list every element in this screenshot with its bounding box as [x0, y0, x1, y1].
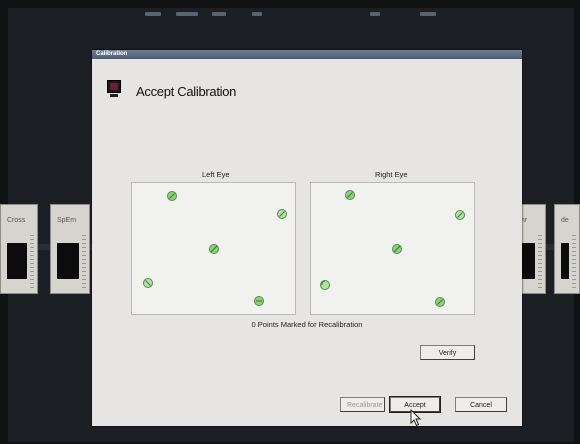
- taskbar-glyph: [212, 12, 226, 16]
- taskbar-glyph: [420, 12, 436, 16]
- calibration-point[interactable]: [455, 210, 465, 220]
- taskbar-glyph: [252, 12, 262, 16]
- dialog-heading: Accept Calibration: [136, 84, 237, 99]
- calibration-point[interactable]: [435, 297, 445, 307]
- calibration-point[interactable]: [143, 278, 153, 288]
- mouse-pointer-icon: [410, 409, 422, 427]
- left-eye-panel: [131, 182, 296, 315]
- slide-preview: [57, 243, 79, 279]
- slide-preview: [7, 243, 27, 279]
- taskbar-glyph: [176, 12, 198, 16]
- taskbar-glyph: [370, 12, 380, 16]
- background-slide[interactable]: de: [554, 204, 580, 294]
- slide-label: SpEm: [57, 217, 77, 224]
- recalibrate-button[interactable]: Recalibrate: [340, 397, 385, 412]
- left-eye-label: Left Eye: [202, 170, 230, 179]
- calibration-dialog: Calibration Accept Calibration Left Eye …: [92, 50, 522, 426]
- slide-ticks: [82, 235, 86, 289]
- slide-ticks: [572, 235, 576, 289]
- calibration-point[interactable]: [345, 190, 355, 200]
- calibration-point[interactable]: [277, 209, 287, 219]
- right-eye-label: Right Eye: [375, 170, 408, 179]
- calibration-point[interactable]: [320, 280, 330, 290]
- taskbar-glyph: [145, 12, 161, 16]
- slide-label: de: [561, 217, 569, 224]
- right-eye-points: [320, 190, 465, 307]
- background-slide[interactable]: SpEm: [50, 204, 90, 294]
- slide-preview: [561, 243, 569, 279]
- slide-ticks: [30, 235, 34, 289]
- calibration-point[interactable]: [167, 191, 177, 201]
- dialog-titlebar[interactable]: Calibration: [92, 50, 522, 59]
- calibration-point[interactable]: [392, 244, 402, 254]
- cancel-button[interactable]: Cancel: [455, 397, 507, 412]
- recalibration-status: 0 Points Marked for Recalibration: [251, 320, 363, 329]
- monitor-icon: [107, 80, 123, 99]
- left-eye-points: [143, 191, 287, 306]
- verify-button[interactable]: Verify: [420, 345, 475, 360]
- slide-ticks: [538, 235, 542, 289]
- background-slide[interactable]: Cross: [0, 204, 38, 294]
- right-eye-panel: [310, 182, 475, 315]
- calibration-point[interactable]: [254, 296, 264, 306]
- calibration-point[interactable]: [209, 244, 219, 254]
- slide-label: Cross: [7, 217, 26, 224]
